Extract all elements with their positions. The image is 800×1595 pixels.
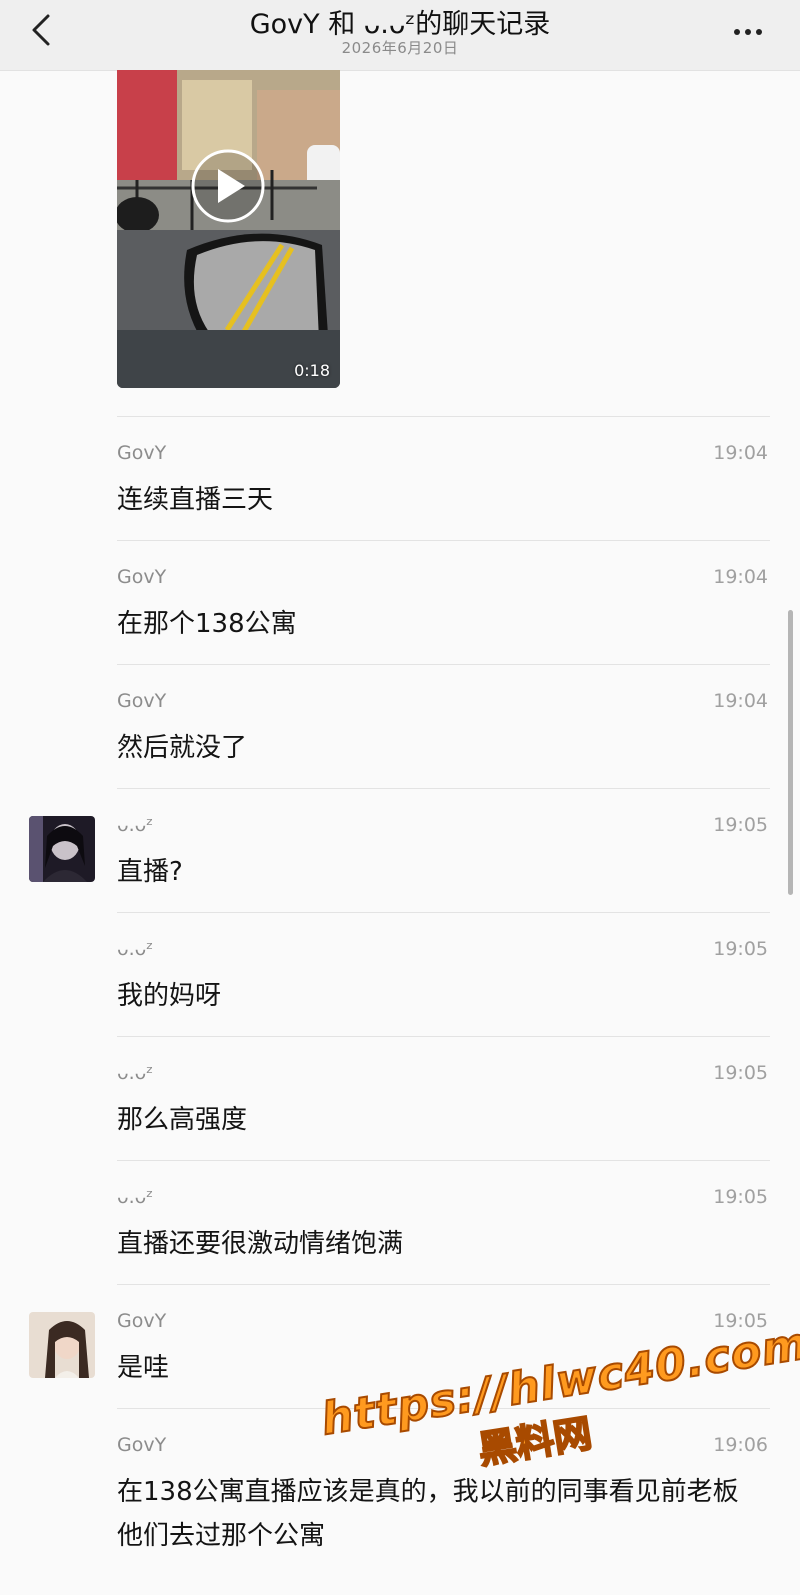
message-sender: ᴗ.ᴗᶻ (117, 938, 154, 960)
message-time: 19:05 (713, 938, 768, 960)
message-sender: GovY (117, 442, 167, 464)
message-text: 那么高强度 (117, 1105, 248, 1135)
page-title: GovY 和 ᴗ.ᴗᶻ的聊天记录 (249, 9, 551, 40)
chat-date: 2026年6月20日 (341, 39, 459, 57)
message-time: 19:05 (713, 1186, 768, 1208)
message-sender: ᴗ.ᴗᶻ (117, 814, 154, 836)
divider (117, 540, 770, 541)
avatar[interactable] (29, 1312, 95, 1378)
message-sender: GovY (117, 1434, 167, 1456)
list-item[interactable]: GovY 19:04 连续直播三天 (0, 416, 800, 540)
list-item[interactable]: ᴗ.ᴗᶻ 19:05 直播? (0, 788, 800, 912)
more-button[interactable] (734, 20, 770, 40)
message-sender: ᴗ.ᴗᶻ (117, 1062, 154, 1084)
message-text: 直播还要很激动情绪饱满 (117, 1229, 404, 1259)
divider (117, 1036, 770, 1037)
list-item[interactable]: ᴗ.ᴗᶻ 19:05 那么高强度 (0, 1036, 800, 1160)
divider (117, 664, 770, 665)
list-item[interactable]: GovY 19:04 然后就没了 (0, 664, 800, 788)
list-item[interactable]: GovY 19:04 在那个138公寓 (0, 540, 800, 664)
video-duration: 0:18 (294, 361, 330, 380)
divider (117, 416, 770, 417)
message-text: 我的妈呀 (117, 981, 222, 1011)
message-text: 连续直播三天 (117, 485, 274, 515)
divider (117, 912, 770, 913)
divider (117, 1284, 770, 1285)
avatar[interactable] (29, 816, 95, 882)
list-item[interactable]: ᴗ.ᴗᶻ 19:05 我的妈呀 (0, 912, 800, 1036)
message-sender: GovY (117, 566, 167, 588)
message-text: 在那个138公寓 (117, 609, 297, 639)
message-time: 19:05 (713, 814, 768, 836)
message-text: 直播? (117, 857, 183, 887)
message-time: 19:04 (713, 566, 768, 588)
video-frame (117, 70, 340, 388)
divider (117, 1160, 770, 1161)
message-text: 然后就没了 (117, 733, 248, 763)
message-sender: GovY (117, 1310, 167, 1332)
message-time: 19:05 (713, 1062, 768, 1084)
chat-history-header: GovY 和 ᴗ.ᴗᶻ的聊天记录 2026年6月20日 (0, 0, 800, 71)
message-time: 19:04 (713, 690, 768, 712)
more-dots-icon (734, 20, 767, 39)
message-time: 19:04 (713, 442, 768, 464)
video-message[interactable]: 0:18 (117, 70, 340, 388)
message-sender: ᴗ.ᴗᶻ (117, 1186, 154, 1208)
list-item[interactable]: ᴗ.ᴗᶻ 19:05 直播还要很激动情绪饱满 (0, 1160, 800, 1284)
message-sender: GovY (117, 690, 167, 712)
divider (117, 788, 770, 789)
